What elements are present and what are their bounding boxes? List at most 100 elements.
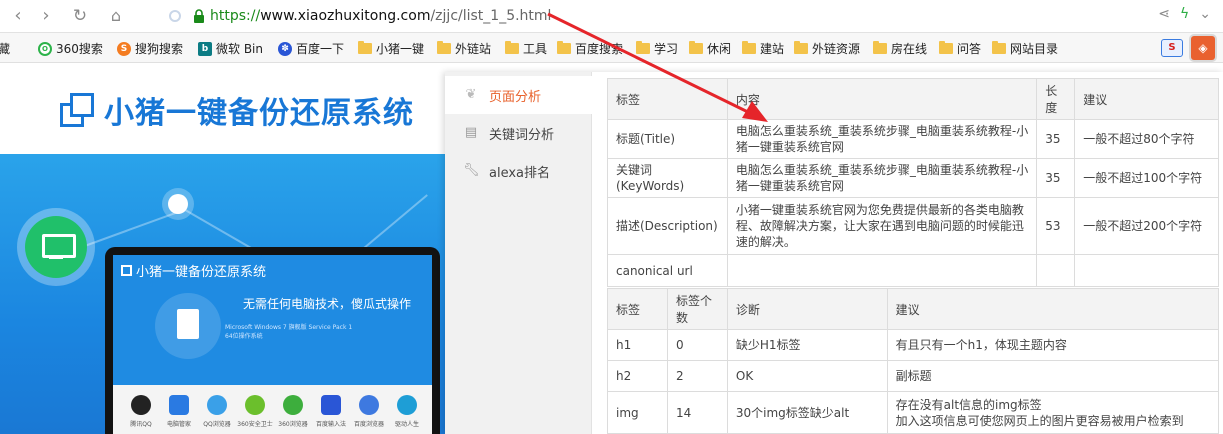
folder-icon [557, 41, 571, 54]
share-icon[interactable]: ⋖ [1158, 6, 1170, 22]
folder-icon [689, 41, 703, 54]
tab-page-analysis[interactable]: ❦ 页面分析 [445, 76, 592, 114]
bookmark-item[interactable]: b 微软 Bin [198, 40, 263, 57]
bookmark-label: 百度搜索 [575, 42, 624, 56]
os-bits-text: 64位操作系统 [225, 333, 263, 340]
360-icon: O [38, 41, 52, 56]
bookmark-folder[interactable]: 外链站 [437, 40, 491, 57]
forward-icon[interactable]: › [34, 5, 58, 27]
folder-icon [437, 41, 451, 54]
app-label: QQ浏览器 [203, 421, 231, 428]
bookmark-folder[interactable]: 房在线 [873, 40, 927, 57]
table-cell: h1 [607, 329, 668, 361]
table-cell: 电脑怎么重装系统_重装系统步骤_电脑重装系统教程-小猪一键重装系统官网 [726, 158, 1038, 198]
app-label: 百度输入法 [315, 421, 346, 428]
folder-icon [742, 41, 756, 54]
bookmark-folder[interactable]: 小猪一键 [358, 40, 424, 57]
table-cell: 描述(Description) [607, 197, 728, 255]
site-brand[interactable]: 小猪一键备份还原系统 [60, 88, 414, 132]
table-cell: 2 [666, 360, 728, 392]
bookmark-folder[interactable]: 工具 [505, 40, 547, 57]
brand-logo-icon [60, 93, 94, 127]
leaf-icon: ❦ [465, 87, 477, 102]
table-row: 标题(Title) 电脑怎么重装系统_重装系统步骤_电脑重装系统教程-小猪一键重… [607, 119, 1219, 159]
document-icon [155, 293, 221, 359]
bookmark-label: 百度一下 [296, 42, 345, 56]
bookmark-label: 外链资源 [812, 42, 861, 56]
reload-icon[interactable]: ↻ [68, 5, 92, 27]
bookmark-label: 休闲 [707, 42, 732, 56]
bookmark-label: 小猪一键 [376, 42, 425, 56]
table-cell: 0 [666, 329, 728, 361]
app-label: 百度浏览器 [353, 421, 384, 428]
app-label: 驱动人生 [394, 421, 419, 428]
bookmark-folder[interactable]: 休闲 [689, 40, 731, 57]
bookmark-folder[interactable]: 建站 [742, 40, 784, 57]
table-cell: canonical url [607, 254, 728, 287]
extension-icon[interactable]: S [1161, 39, 1183, 57]
app-label: 360浏览器 [278, 421, 308, 428]
hero-banner: 小猪一键备份还原系统 无需任何电脑技术，傻瓜式操作 Microsoft Wind… [0, 154, 470, 434]
table-row: 关键词(KeyWords) 电脑怎么重装系统_重装系统步骤_电脑重装系统教程-小… [607, 158, 1219, 198]
column-header: 标签个数 [666, 288, 728, 330]
bookmark-folder[interactable]: 百度搜索 [557, 40, 623, 57]
lightning-icon[interactable]: ϟ [1180, 6, 1189, 22]
tab-alexa-rank[interactable]: 🔧︎ alexa排名 [445, 152, 592, 190]
table-cell: 标题(Title) [607, 119, 728, 159]
360-browser-icon [283, 395, 303, 415]
column-header: 长度 [1036, 78, 1076, 120]
bookmark-item[interactable]: 藏 [0, 40, 10, 57]
tab-label: 关键词分析 [489, 127, 555, 143]
bookmark-folder[interactable]: 问答 [939, 40, 981, 57]
folder-icon [358, 41, 372, 54]
bookmark-label: 微软 Bin [216, 42, 263, 56]
tab-label: alexa排名 [489, 165, 551, 181]
table-cell: h2 [607, 360, 668, 392]
bookmark-item[interactable]: O 360搜索 [38, 40, 103, 57]
brand-title: 小猪一键备份还原系统 [104, 96, 414, 131]
table-cell: 小猪一键重装系统官网为您免费提供最新的各类电脑教程、故障解决方案，让大家在遇到电… [726, 197, 1038, 255]
laptop-title: 小猪一键备份还原系统 [136, 265, 267, 280]
tab-label: 页面分析 [489, 89, 542, 105]
baidu-icon: ✽ [278, 41, 292, 56]
bookmark-folder[interactable]: 外链资源 [794, 40, 860, 57]
table-cell: 一般不超过100个字符 [1074, 158, 1219, 198]
folder-icon [939, 41, 953, 54]
table-cell [1036, 254, 1076, 287]
baidu-browser-icon [359, 395, 379, 415]
chevron-down-icon[interactable]: ⌄ [1199, 6, 1211, 22]
url-input[interactable]: https://www.xiaozhuxitong.com/zjjc/list_… [210, 6, 551, 26]
table-cell: 一般不超过80个字符 [1074, 119, 1219, 159]
column-header: 标签 [607, 78, 728, 120]
bookmark-label: 搜狗搜索 [135, 42, 184, 56]
bookmark-item[interactable]: ✽ 百度一下 [278, 40, 344, 57]
url-scheme: https:// [210, 8, 261, 24]
url-path: /zjjc/list_1_5.html [430, 8, 552, 24]
tag-table: 标签 标签个数 诊断 建议 h1 0 缺少H1标签 有且只有一个h1，体现主题内… [607, 288, 1220, 434]
home-icon[interactable]: ⌂ [104, 5, 128, 27]
table-header-row: 标签 内容 长度 建议 [607, 78, 1219, 120]
folder-icon [873, 41, 887, 54]
table-cell: 35 [1036, 119, 1076, 159]
qq-icon [131, 395, 151, 415]
table-row: canonical url [607, 254, 1219, 287]
lock-icon [194, 9, 204, 23]
bookmark-folder[interactable]: 网站目录 [992, 40, 1058, 57]
monitor-icon [25, 216, 87, 278]
pc-manager-icon [169, 395, 189, 415]
column-header: 建议 [886, 288, 1220, 330]
column-header: 标签 [607, 288, 668, 330]
table-row: h2 2 OK 副标题 [607, 360, 1220, 392]
bookmark-item[interactable]: S 搜狗搜索 [117, 40, 183, 57]
bookmark-label: 建站 [760, 42, 785, 56]
bookmark-folder[interactable]: 学习 [636, 40, 678, 57]
seo-extension-icon[interactable]: ◈ [1191, 36, 1215, 60]
back-icon[interactable]: ‹ [6, 5, 30, 27]
site-info-icon[interactable] [169, 10, 181, 22]
tab-keyword-analysis[interactable]: ▤ 关键词分析 [445, 114, 592, 152]
bookmark-label: 学习 [654, 42, 679, 56]
table-cell: img [607, 391, 668, 434]
table-cell [1074, 254, 1219, 287]
folder-icon [636, 41, 650, 54]
panel-sidebar: ❦ 页面分析 ▤ 关键词分析 🔧︎ alexa排名 [445, 72, 592, 434]
